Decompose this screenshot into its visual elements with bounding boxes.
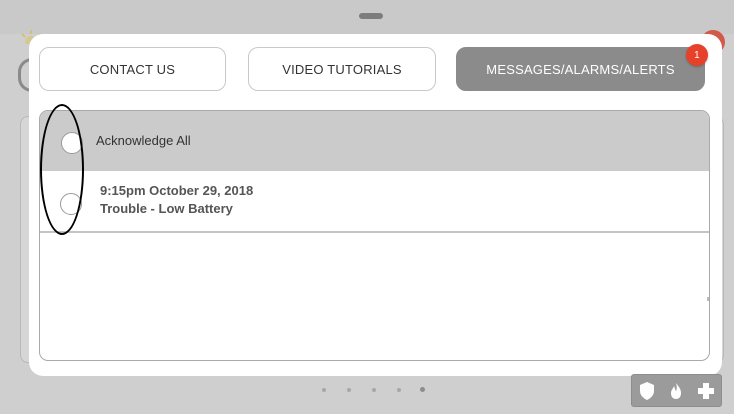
quick-action-bar [631,374,722,407]
page-indicator [322,387,432,395]
page-dot[interactable] [372,388,376,392]
page-dot[interactable] [347,388,351,392]
annotation-ellipse [40,104,84,235]
messages-modal: CONTACT US VIDEO TUTORIALS MESSAGES/ALAR… [29,34,722,376]
acknowledge-all-label: Acknowledge All [96,133,191,148]
medical-cross-icon[interactable] [696,381,716,401]
scrollbar-indicator[interactable] [707,297,709,301]
page-dot[interactable] [397,388,401,392]
fire-icon[interactable] [667,381,685,401]
message-text: Trouble - Low Battery [100,201,233,216]
page-dot[interactable] [322,388,326,392]
shield-icon[interactable] [638,381,656,401]
tab-messages-label: MESSAGES/ALARMS/ALERTS [486,61,675,77]
tab-video-tutorials[interactable]: VIDEO TUTORIALS [248,47,436,91]
drag-handle[interactable] [359,13,383,19]
message-timestamp: 9:15pm October 29, 2018 [100,183,254,198]
list-item[interactable]: 9:15pm October 29, 2018 Trouble - Low Ba… [40,171,709,233]
tab-contact-us-label: CONTACT US [89,61,176,77]
unread-count-badge: 1 [686,44,708,66]
tab-video-tutorials-label: VIDEO TUTORIALS [282,61,402,77]
messages-list: Acknowledge All 9:15pm October 29, 2018 … [39,110,710,361]
page-dot-active[interactable] [420,387,425,392]
acknowledge-all-row[interactable]: Acknowledge All [40,111,709,171]
tab-messages-alarms-alerts[interactable]: MESSAGES/ALARMS/ALERTS 1 [456,44,708,91]
tab-contact-us[interactable]: CONTACT US [39,47,226,91]
